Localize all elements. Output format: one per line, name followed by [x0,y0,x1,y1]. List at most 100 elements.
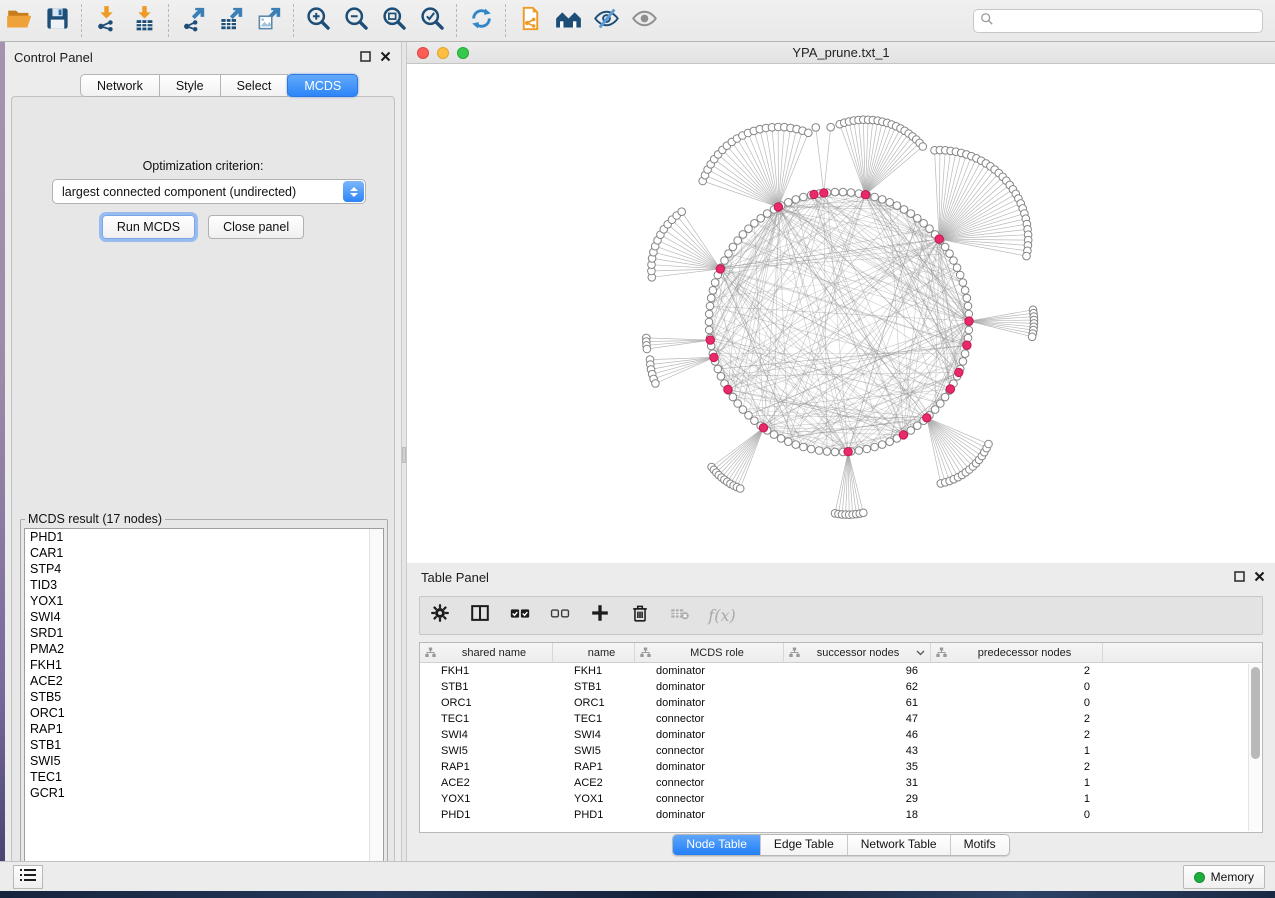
mcds-result-item[interactable]: ORC1 [25,705,383,721]
new-network-from-selection-button[interactable] [511,3,549,39]
network-canvas[interactable] [407,64,1275,563]
table-row[interactable]: SWI4SWI4dominator462 [420,727,1262,743]
cell-successor-nodes[interactable]: 96 [784,663,931,679]
graph-leaf-node[interactable] [860,509,868,517]
select-all-button[interactable] [500,599,540,633]
graph-hub-node[interactable] [861,191,869,199]
table-row[interactable]: TEC1TEC1connector472 [420,711,1262,727]
graph-node[interactable] [886,199,894,207]
graph-leaf-node[interactable] [827,123,835,131]
cell-successor-nodes[interactable]: 35 [784,759,931,775]
graph-leaf-node[interactable] [1023,252,1031,260]
search-input[interactable] [994,14,1262,28]
column-header-predecessor-nodes[interactable]: predecessor nodes [931,643,1103,662]
graph-node[interactable] [871,193,879,201]
graph-node[interactable] [937,400,945,408]
graph-node[interactable] [878,196,886,204]
show-columns-button[interactable] [460,599,500,633]
graph-hub-node[interactable] [965,317,973,325]
mcds-result-item[interactable]: FKH1 [25,657,383,673]
graph-node[interactable] [831,448,839,456]
cell-shared-name[interactable]: TEC1 [420,711,553,727]
cell-shared-name[interactable]: RAP1 [420,759,553,775]
save-session-button[interactable] [38,3,76,39]
run-mcds-button[interactable]: Run MCDS [102,215,195,239]
close-panel-icon[interactable] [380,49,391,67]
column-header-MCDS-role[interactable]: MCDS role [635,643,784,662]
cell-MCDS-role[interactable]: connector [635,711,784,727]
cell-name[interactable]: TEC1 [553,711,635,727]
graph-hub-node[interactable] [820,189,828,197]
show-all-button[interactable] [625,3,663,39]
import-network-button[interactable] [87,3,125,39]
network-graph[interactable] [407,64,1275,563]
import-table-button[interactable] [125,3,163,39]
network-window-titlebar[interactable]: YPA_prune.txt_1 [407,42,1275,64]
hide-selected-button[interactable] [587,3,625,39]
graph-hub-node[interactable] [963,341,971,349]
cell-predecessor-nodes[interactable]: 0 [931,807,1103,823]
graph-node[interactable] [863,445,871,453]
graph-node[interactable] [792,196,800,204]
graph-node[interactable] [777,435,785,443]
column-header-shared-name[interactable]: shared name [420,643,553,662]
cell-shared-name[interactable]: STB1 [420,679,553,695]
graph-node[interactable] [959,358,967,366]
cell-successor-nodes[interactable]: 18 [784,807,931,823]
mcds-result-item[interactable]: STP4 [25,561,383,577]
graph-leaf-node[interactable] [805,129,813,137]
cell-predecessor-nodes[interactable]: 2 [931,727,1103,743]
cell-shared-name[interactable]: ACE2 [420,775,553,791]
zoom-in-button[interactable] [299,3,337,39]
window-minimize-icon[interactable] [437,47,449,59]
cell-name[interactable]: ACE2 [553,775,635,791]
graph-hub-node[interactable] [706,336,714,344]
table-row[interactable]: RAP1RAP1dominator352 [420,759,1262,775]
close-panel-button[interactable]: Close panel [208,215,304,239]
cell-MCDS-role[interactable]: dominator [635,727,784,743]
cell-successor-nodes[interactable]: 61 [784,695,931,711]
float-panel-icon[interactable] [360,49,371,67]
mcds-result-item[interactable]: ACE2 [25,673,383,689]
cell-name[interactable]: PHD1 [553,807,635,823]
cell-shared-name[interactable]: SWI5 [420,743,553,759]
first-neighbors-button[interactable] [549,3,587,39]
cell-shared-name[interactable]: ORC1 [420,695,553,711]
graph-hub-node[interactable] [710,353,718,361]
cell-shared-name[interactable]: YOX1 [420,791,553,807]
graph-leaf-node[interactable] [985,440,993,448]
mcds-result-item[interactable]: STB1 [25,737,383,753]
graph-node[interactable] [785,199,793,207]
table-scrollbar[interactable] [1248,664,1261,831]
graph-node[interactable] [878,441,886,449]
cell-name[interactable]: SWI5 [553,743,635,759]
graph-node[interactable] [770,431,778,439]
graph-node[interactable] [855,447,863,455]
graph-node[interactable] [964,302,972,310]
table-row[interactable]: STB1STB1dominator620 [420,679,1262,695]
mcds-result-item[interactable]: PMA2 [25,641,383,657]
cell-name[interactable]: SWI4 [553,727,635,743]
cell-name[interactable]: STB1 [553,679,635,695]
cell-shared-name[interactable]: PHD1 [420,807,553,823]
mcds-result-item[interactable]: SWI4 [25,609,383,625]
graph-node[interactable] [800,443,808,451]
graph-node[interactable] [847,189,855,197]
graph-leaf-node[interactable] [678,208,686,216]
graph-hub-node[interactable] [844,448,852,456]
table-row[interactable]: PHD1PHD1dominator180 [420,807,1262,823]
cell-MCDS-role[interactable]: dominator [635,807,784,823]
cell-predecessor-nodes[interactable]: 1 [931,775,1103,791]
mcds-result-item[interactable]: TEC1 [25,769,383,785]
function-builder-button[interactable]: f(x) [700,599,740,633]
delete-column-button[interactable] [620,599,660,633]
graph-node[interactable] [800,193,808,201]
scrollbar-thumb[interactable] [1251,667,1260,759]
graph-node[interactable] [705,310,713,318]
open-session-button[interactable] [0,3,38,39]
graph-node[interactable] [961,287,969,295]
window-maximize-icon[interactable] [457,47,469,59]
graph-node[interactable] [893,202,901,210]
cell-predecessor-nodes[interactable]: 1 [931,743,1103,759]
graph-node[interactable] [757,215,765,223]
